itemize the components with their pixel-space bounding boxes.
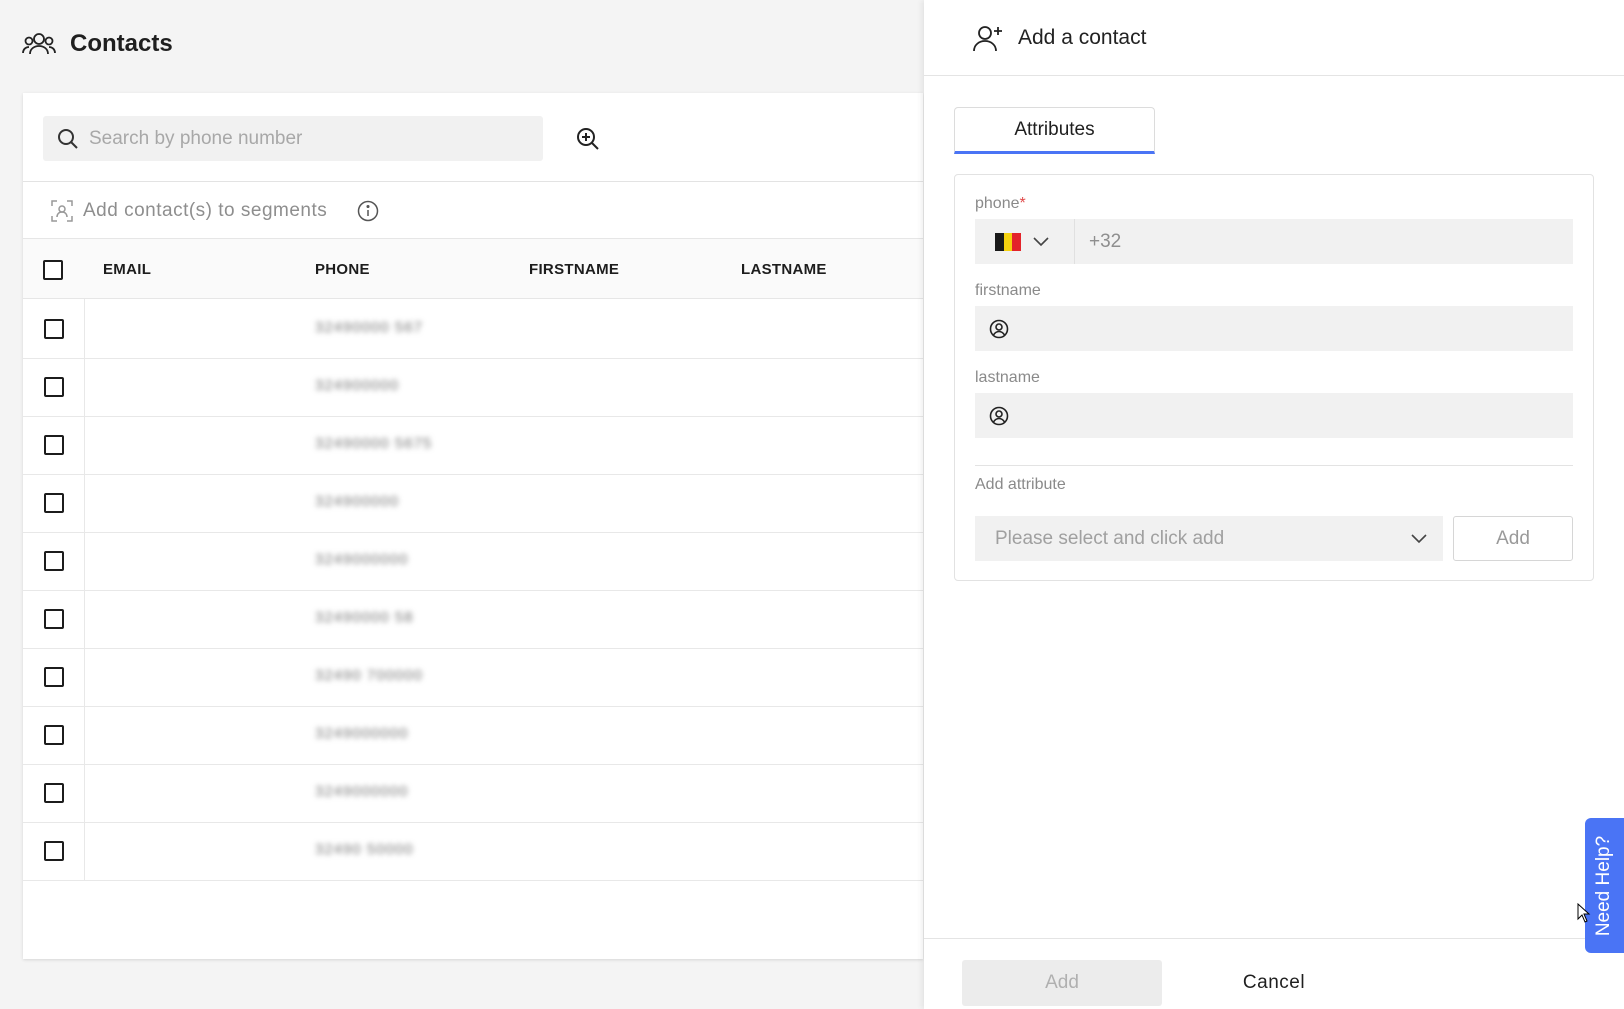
phone-input[interactable]: +32 xyxy=(1075,219,1573,264)
table-row[interactable]: 32490 50000 xyxy=(23,821,923,881)
firstname-label: firstname xyxy=(975,282,1041,299)
phone-cell: 324900000 xyxy=(315,377,400,394)
attributes-form: phone* +32 firstname lastname Add attrib… xyxy=(954,174,1594,581)
lastname-input[interactable] xyxy=(1021,405,1561,426)
need-help-label: Need Help? xyxy=(1593,835,1615,936)
row-checkbox[interactable] xyxy=(43,434,64,455)
column-header-phone[interactable]: PHONE xyxy=(315,239,370,300)
contacts-icon xyxy=(22,33,56,55)
phone-cell: 32490 50000 xyxy=(315,841,414,858)
required-marker: * xyxy=(1019,195,1026,212)
search-input[interactable] xyxy=(89,127,509,150)
attribute-select[interactable]: Please select and click add xyxy=(975,516,1443,561)
row-checkbox[interactable] xyxy=(43,782,64,803)
page-title: Contacts xyxy=(70,30,173,57)
attribute-select-value: Please select and click add xyxy=(995,527,1225,549)
contacts-card: Add contact(s) to segments EMAIL PHONE F… xyxy=(23,93,923,959)
table-row[interactable]: 32490000 567 xyxy=(23,299,923,359)
phone-cell: 3249000000 xyxy=(315,783,409,800)
chevron-down-icon xyxy=(1033,236,1049,246)
search-row xyxy=(43,116,603,161)
row-checkbox[interactable] xyxy=(43,608,64,629)
country-select[interactable] xyxy=(975,219,1075,264)
form-divider xyxy=(975,465,1573,466)
select-all-cell xyxy=(43,239,63,300)
column-header-firstname[interactable]: FIRSTNAME xyxy=(529,239,619,300)
table-row[interactable]: 3249000000 xyxy=(23,763,923,823)
row-checkbox[interactable] xyxy=(43,318,64,339)
add-contact-panel: Add a contact Attributes phone* +32 firs… xyxy=(924,0,1624,1009)
phone-label: phone* xyxy=(975,195,1026,212)
firstname-field xyxy=(975,306,1573,351)
panel-footer: Add Cancel xyxy=(924,938,1624,1009)
select-all-checkbox[interactable] xyxy=(43,259,63,280)
add-attribute-label: Add attribute xyxy=(975,476,1066,493)
row-checkbox[interactable] xyxy=(43,724,64,745)
firstname-input[interactable] xyxy=(1021,318,1561,339)
table-row[interactable]: 32490 700000 xyxy=(23,647,923,707)
divider xyxy=(23,181,923,182)
lastname-label: lastname xyxy=(975,369,1040,386)
table-row[interactable]: 3249000000 xyxy=(23,531,923,591)
user-circle-icon xyxy=(989,319,1009,338)
search-icon xyxy=(58,128,78,149)
phone-cell: 32490000 58 xyxy=(315,609,414,626)
info-icon[interactable] xyxy=(357,200,379,222)
row-checkbox[interactable] xyxy=(43,550,64,571)
lastname-field xyxy=(975,393,1573,438)
row-checkbox[interactable] xyxy=(43,492,64,513)
phone-cell: 3249000000 xyxy=(315,725,409,742)
add-contact-button[interactable]: Add xyxy=(962,960,1162,1006)
segment-scan-icon xyxy=(51,200,73,222)
row-checkbox[interactable] xyxy=(43,376,64,397)
advanced-search-button[interactable] xyxy=(573,124,603,154)
column-header-email[interactable]: EMAIL xyxy=(103,239,151,300)
table-row[interactable]: 324900000 xyxy=(23,357,923,417)
add-user-icon xyxy=(973,25,1002,51)
panel-header: Add a contact xyxy=(924,0,1624,76)
mouse-cursor-icon xyxy=(1577,903,1591,923)
table-header: EMAIL PHONE FIRSTNAME LASTNAME xyxy=(23,238,923,299)
phone-cell: 324900000 xyxy=(315,493,400,510)
row-checkbox[interactable] xyxy=(43,840,64,861)
panel-title: Add a contact xyxy=(1018,25,1147,49)
phone-cell: 32490000 567 xyxy=(315,319,423,336)
phone-cell: 32490 700000 xyxy=(315,667,423,684)
table-row[interactable]: 3249000000 xyxy=(23,705,923,765)
user-circle-icon xyxy=(989,406,1009,425)
phone-cell: 32490000 5675 xyxy=(315,435,433,452)
need-help-button[interactable]: Need Help? xyxy=(1585,818,1624,953)
phone-cell: 3249000000 xyxy=(315,551,409,568)
page-header: Contacts xyxy=(22,24,173,64)
tab-attributes[interactable]: Attributes xyxy=(954,107,1155,154)
cancel-button[interactable]: Cancel xyxy=(1214,960,1334,1006)
table-row[interactable]: 32490000 58 xyxy=(23,589,923,649)
phone-field: +32 xyxy=(975,219,1573,264)
zoom-in-icon xyxy=(577,127,599,150)
chevron-down-icon xyxy=(1411,533,1427,543)
add-attribute-button[interactable]: Add xyxy=(1453,516,1573,561)
search-box xyxy=(43,116,543,161)
row-checkbox[interactable] xyxy=(43,666,64,687)
column-header-lastname[interactable]: LASTNAME xyxy=(741,239,827,300)
table-row[interactable]: 32490000 5675 xyxy=(23,415,923,475)
table-row[interactable]: 324900000 xyxy=(23,473,923,533)
add-to-segments-label: Add contact(s) to segments xyxy=(83,200,328,221)
add-to-segments-action[interactable]: Add contact(s) to segments xyxy=(51,193,379,229)
belgium-flag-icon xyxy=(995,232,1022,251)
